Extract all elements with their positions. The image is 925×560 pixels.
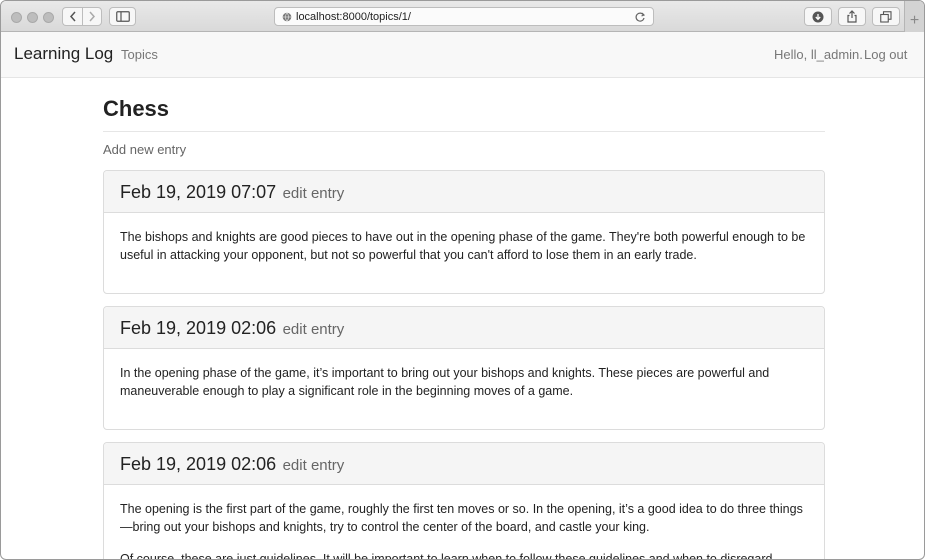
entry-body: In the opening phase of the game, it’s i…: [104, 349, 824, 400]
globe-icon: [282, 12, 292, 21]
chevron-left-icon: [69, 11, 76, 22]
entry-body: The opening is the first part of the gam…: [104, 485, 824, 560]
entry-header: Feb 19, 2019 07:07 edit entry: [104, 171, 824, 213]
chevron-right-icon: [89, 11, 96, 22]
logout-link[interactable]: Log out: [864, 47, 907, 62]
title-divider: [103, 131, 825, 132]
tabs-overview-button[interactable]: [872, 7, 900, 26]
share-button[interactable]: [838, 7, 866, 26]
site-navbar: Learning Log Topics Hello, ll_admin. Log…: [1, 32, 924, 78]
new-tab-button[interactable]: +: [904, 1, 924, 32]
entry-text: The opening is the first part of the gam…: [120, 502, 803, 534]
address-bar[interactable]: localhost:8000/topics/1/: [274, 7, 654, 26]
forward-button[interactable]: [82, 7, 102, 26]
entry-body: The bishops and knights are good pieces …: [104, 213, 824, 264]
entry-date: Feb 19, 2019 02:06: [120, 454, 277, 474]
url-text: localhost:8000/topics/1/: [296, 10, 411, 23]
edit-entry-link[interactable]: edit entry: [283, 185, 345, 202]
entry-header: Feb 19, 2019 02:06 edit entry: [104, 307, 824, 349]
sidebar-icon: [115, 11, 130, 22]
download-icon: [812, 11, 824, 22]
entry-header: Feb 19, 2019 02:06 edit entry: [104, 443, 824, 485]
edit-entry-link[interactable]: edit entry: [283, 457, 345, 474]
browser-window: localhost:8000/topics/1/ + Learning Log …: [0, 0, 925, 560]
close-window-button[interactable]: [11, 12, 22, 23]
page-title: Chess: [103, 96, 170, 121]
back-button[interactable]: [62, 7, 82, 26]
entry-text: The bishops and knights are good pieces …: [120, 230, 806, 262]
entry-text: In the opening phase of the game, it’s i…: [120, 366, 770, 398]
entry-card: Feb 19, 2019 02:06 edit entry The openin…: [103, 442, 825, 560]
share-icon: [847, 10, 857, 23]
topics-link[interactable]: Topics: [121, 47, 158, 62]
tabs-icon: [880, 10, 892, 23]
edit-entry-link[interactable]: edit entry: [283, 321, 345, 338]
plus-icon: +: [909, 12, 920, 29]
entry-date: Feb 19, 2019 07:07: [120, 182, 277, 202]
brand-link[interactable]: Learning Log: [14, 44, 113, 64]
zoom-window-button[interactable]: [43, 12, 54, 23]
sidebar-toggle-button[interactable]: [109, 7, 136, 26]
minimize-window-button[interactable]: [27, 12, 38, 23]
downloads-button[interactable]: [804, 7, 832, 26]
entry-date: Feb 19, 2019 02:06: [120, 318, 277, 338]
entry-card: Feb 19, 2019 07:07 edit entry The bishop…: [103, 170, 825, 294]
entry-card: Feb 19, 2019 02:06 edit entry In the ope…: [103, 306, 825, 430]
user-greeting: Hello, ll_admin.: [774, 47, 863, 62]
reload-icon[interactable]: [634, 11, 646, 23]
browser-toolbar: localhost:8000/topics/1/ +: [1, 1, 924, 32]
add-new-entry-link[interactable]: Add new entry: [103, 142, 186, 157]
entry-text: Of course, these are just guidelines. It…: [120, 552, 773, 560]
history-nav: [62, 7, 102, 26]
